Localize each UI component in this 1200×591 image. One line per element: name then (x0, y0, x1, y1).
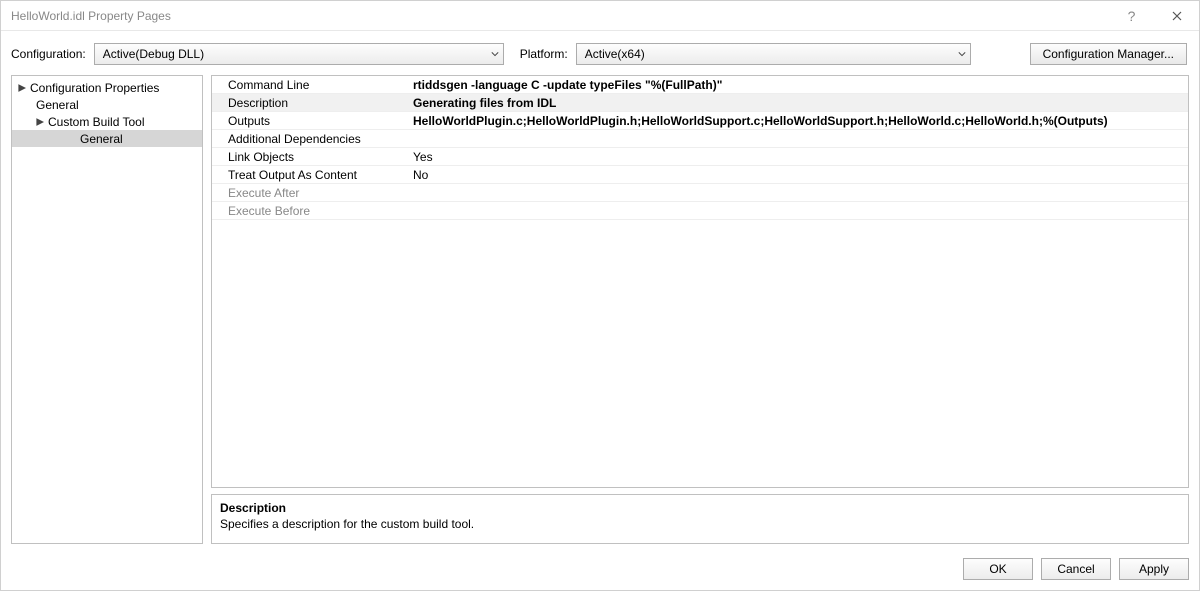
property-name: Treat Output As Content (212, 168, 407, 182)
property-row[interactable]: Link ObjectsYes (212, 148, 1188, 166)
window-title: HelloWorld.idl Property Pages (11, 9, 1109, 23)
property-row[interactable]: Command Linertiddsgen -language C -updat… (212, 76, 1188, 94)
property-row[interactable]: Additional Dependencies (212, 130, 1188, 148)
tree-item-general[interactable]: General (12, 96, 202, 113)
property-name: Description (212, 96, 407, 110)
expander-open-icon (18, 84, 26, 92)
tree-item-general-selected[interactable]: General (12, 130, 202, 147)
property-name: Execute Before (212, 204, 407, 218)
property-row[interactable]: Treat Output As ContentNo (212, 166, 1188, 184)
property-name: Link Objects (212, 150, 407, 164)
property-name: Outputs (212, 114, 407, 128)
content-area: Configuration Properties General Custom … (1, 75, 1199, 552)
chevron-down-icon (491, 47, 499, 61)
chevron-down-icon (958, 47, 966, 61)
expander-open-icon (36, 118, 44, 126)
config-row: Configuration: Active(Debug DLL) Platfor… (1, 31, 1199, 75)
property-grid[interactable]: Command Linertiddsgen -language C -updat… (211, 75, 1189, 488)
property-name: Command Line (212, 78, 407, 92)
configuration-manager-button[interactable]: Configuration Manager... (1030, 43, 1187, 65)
platform-dropdown[interactable]: Active(x64) (576, 43, 971, 65)
property-name: Additional Dependencies (212, 132, 407, 146)
help-body: Specifies a description for the custom b… (220, 517, 1180, 531)
property-value[interactable]: HelloWorldPlugin.c;HelloWorldPlugin.h;He… (407, 114, 1188, 128)
tree-item-custom-build-tool[interactable]: Custom Build Tool (12, 113, 202, 130)
category-tree[interactable]: Configuration Properties General Custom … (11, 75, 203, 544)
property-name: Execute After (212, 186, 407, 200)
property-value[interactable]: Yes (407, 150, 1188, 164)
help-title: Description (220, 501, 1180, 515)
property-value[interactable]: rtiddsgen -language C -update typeFiles … (407, 78, 1188, 92)
property-value[interactable]: Generating files from IDL (407, 96, 1188, 110)
help-panel: Description Specifies a description for … (211, 494, 1189, 544)
property-row[interactable]: Execute After (212, 184, 1188, 202)
property-row[interactable]: DescriptionGenerating files from IDL (212, 94, 1188, 112)
property-row[interactable]: OutputsHelloWorldPlugin.c;HelloWorldPlug… (212, 112, 1188, 130)
title-bar: HelloWorld.idl Property Pages ? (1, 1, 1199, 31)
apply-button[interactable]: Apply (1119, 558, 1189, 580)
close-button[interactable] (1154, 1, 1199, 31)
right-stack: Command Linertiddsgen -language C -updat… (211, 75, 1189, 544)
configuration-dropdown[interactable]: Active(Debug DLL) (94, 43, 504, 65)
cancel-button[interactable]: Cancel (1041, 558, 1111, 580)
ok-button[interactable]: OK (963, 558, 1033, 580)
tree-item-config-properties[interactable]: Configuration Properties (12, 79, 202, 96)
property-row[interactable]: Execute Before (212, 202, 1188, 220)
configuration-value: Active(Debug DLL) (103, 47, 204, 61)
platform-label: Platform: (520, 47, 568, 61)
close-icon (1172, 11, 1182, 21)
help-button[interactable]: ? (1109, 1, 1154, 31)
property-value[interactable]: No (407, 168, 1188, 182)
configuration-label: Configuration: (11, 47, 86, 61)
dialog-footer: OK Cancel Apply (1, 552, 1199, 590)
platform-value: Active(x64) (585, 47, 645, 61)
